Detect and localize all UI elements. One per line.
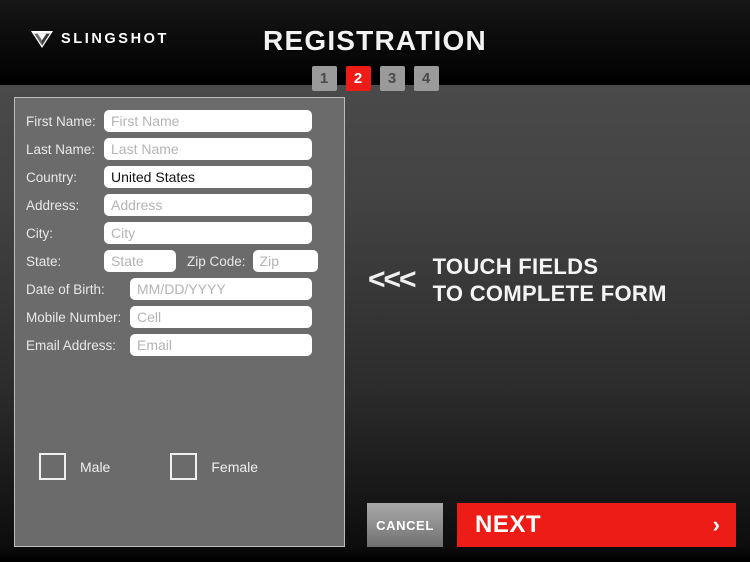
field-row-city: City: City xyxy=(26,222,312,244)
field-row-last-name: Last Name: Last Name xyxy=(26,138,312,160)
label-state: State: xyxy=(26,253,62,269)
field-row-country: Country: United States xyxy=(26,166,312,188)
input-country[interactable]: United States xyxy=(104,166,312,188)
label-email-address: Email Address: xyxy=(26,337,117,353)
left-arrows-icon: <<< xyxy=(368,263,417,296)
label-first-name: First Name: xyxy=(26,113,96,129)
label-mobile-number: Mobile Number: xyxy=(26,309,122,325)
field-row-date-of-birth: Date of Birth: MM/DD/YYYY xyxy=(26,278,312,300)
step-1[interactable]: 1 xyxy=(311,66,337,91)
step-3[interactable]: 3 xyxy=(379,66,405,91)
prompt-lines: TOUCH FIELDS TO COMPLETE FORM xyxy=(433,253,667,307)
next-button[interactable]: NEXT › xyxy=(457,503,736,547)
prompt-line-1: TOUCH FIELDS xyxy=(432,254,599,279)
field-row-state-zip: State: State Zip Code: Zip xyxy=(26,250,318,272)
input-email-address[interactable]: Email xyxy=(130,334,312,356)
gender-selection: Male Female xyxy=(39,453,258,480)
checkbox-male[interactable] xyxy=(39,453,66,480)
label-male: Male xyxy=(80,458,111,475)
step-2[interactable]: 2 xyxy=(345,66,371,91)
label-last-name: Last Name: xyxy=(26,141,96,157)
step-4[interactable]: 4 xyxy=(413,66,439,91)
registration-form-panel: First Name: First Name Last Name: Last N… xyxy=(14,97,345,547)
input-date-of-birth[interactable]: MM/DD/YYYY xyxy=(130,278,312,300)
input-mobile-number[interactable]: Cell xyxy=(130,306,312,328)
input-state[interactable]: State xyxy=(104,250,176,272)
checkbox-female[interactable] xyxy=(170,453,198,480)
next-button-label: NEXT xyxy=(475,511,542,538)
input-last-name[interactable]: Last Name xyxy=(104,138,312,160)
input-city[interactable]: City xyxy=(104,222,312,244)
header-bar: SLINGSHOT REGISTRATION 1 2 3 4 xyxy=(0,0,750,91)
registration-screen: SLINGSHOT REGISTRATION 1 2 3 4 First Nam… xyxy=(0,0,750,562)
label-country: Country: xyxy=(26,169,78,185)
label-female: Female xyxy=(211,458,259,475)
touch-fields-prompt: <<< TOUCH FIELDS TO COMPLETE FORM xyxy=(368,253,667,307)
input-zip-code[interactable]: Zip xyxy=(252,250,318,272)
input-address[interactable]: Address xyxy=(104,194,312,216)
cancel-button[interactable]: CANCEL xyxy=(367,503,443,547)
chevron-right-icon: › xyxy=(712,512,720,537)
field-row-mobile-number: Mobile Number: Cell xyxy=(26,306,312,328)
prompt-line-2: TO COMPLETE FORM xyxy=(432,281,667,306)
field-row-address: Address: Address xyxy=(26,194,312,216)
label-date-of-birth: Date of Birth: xyxy=(26,281,105,297)
page-title: REGISTRATION xyxy=(263,25,487,56)
label-zip-code: Zip Code: xyxy=(187,253,246,269)
step-indicator: 1 2 3 4 xyxy=(0,66,750,91)
field-row-email-address: Email Address: Email xyxy=(26,334,312,356)
label-address: Address: xyxy=(26,197,80,213)
label-city: City: xyxy=(26,225,53,241)
field-row-first-name: First Name: First Name xyxy=(26,110,312,132)
input-first-name[interactable]: First Name xyxy=(104,110,312,132)
